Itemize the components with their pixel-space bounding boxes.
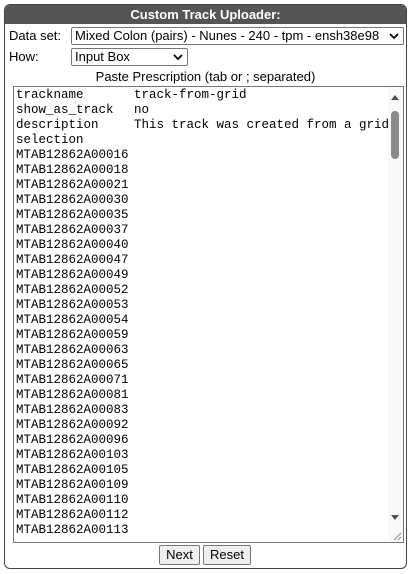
textarea-id-line: MTAB12862A00059 xyxy=(16,328,129,342)
panel-title: Custom Track Uploader: xyxy=(5,5,406,24)
resize-grip-icon[interactable] xyxy=(390,529,402,541)
chevron-down-icon xyxy=(173,54,183,61)
textarea-id-line: MTAB12862A00096 xyxy=(16,433,129,447)
textarea-id-line: MTAB12862A00109 xyxy=(16,478,129,492)
textarea-id-line: MTAB12862A00018 xyxy=(16,163,129,177)
textarea-id-line: MTAB12862A00063 xyxy=(16,343,129,357)
textarea-id-line: MTAB12862A00030 xyxy=(16,193,129,207)
arrow-up-icon[interactable] xyxy=(391,95,399,100)
textarea-content: trackname track-from-grid show_as_track no d… xyxy=(16,88,390,538)
scrollbar-thumb[interactable] xyxy=(391,111,399,159)
dataset-selected-value: Mixed Colon (pairs) - Nunes - 240 - tpm … xyxy=(75,28,380,43)
textarea-id-line: MTAB12862A00083 xyxy=(16,403,129,417)
textarea-id-line: MTAB12862A00016 xyxy=(16,148,129,162)
vertical-scrollbar[interactable] xyxy=(388,87,403,542)
textarea-id-line: MTAB12862A00113 xyxy=(16,523,129,537)
next-button[interactable]: Next xyxy=(159,545,200,565)
textarea-header-line: selection xyxy=(16,133,387,148)
textarea-id-line: MTAB12862A00103 xyxy=(16,448,129,462)
textarea-key: description xyxy=(16,118,99,132)
textarea-id-line: MTAB12862A00071 xyxy=(16,373,129,387)
textarea-id-line: MTAB12862A00037 xyxy=(16,223,129,237)
textarea-id-line: MTAB12862A00065 xyxy=(16,358,129,372)
textarea-id-line: MTAB12862A00110 xyxy=(16,493,129,507)
textarea-value: This track was created from a grid xyxy=(134,118,390,132)
textarea-id-line: MTAB12862A00021 xyxy=(16,178,129,192)
textarea-id-line: MTAB12862A00049 xyxy=(16,268,129,282)
how-select[interactable]: Input Box xyxy=(71,48,188,66)
textarea-key: selection xyxy=(16,133,84,147)
textarea-id-line: MTAB12862A00092 xyxy=(16,418,129,432)
chevron-down-icon xyxy=(389,33,399,40)
textarea-key: trackname xyxy=(16,88,84,102)
textarea-id-line: MTAB12862A00040 xyxy=(16,238,129,252)
textarea-id-line: MTAB12862A00035 xyxy=(16,208,129,222)
textarea-header-line: show_as_track no xyxy=(16,103,387,118)
how-label: How: xyxy=(9,49,39,64)
textarea-id-line: MTAB12862A00052 xyxy=(16,283,129,297)
paste-prescription-label: Paste Prescription (tab or ; separated) xyxy=(95,69,316,84)
custom-track-uploader-panel: Custom Track Uploader: Data set: Mixed C… xyxy=(4,4,407,569)
textarea-id-line: MTAB12862A00047 xyxy=(16,253,129,267)
arrow-down-icon[interactable] xyxy=(391,515,399,520)
dataset-label: Data set: xyxy=(9,28,62,43)
textarea-id-line: MTAB12862A00112 xyxy=(16,508,129,522)
textarea-id-line: MTAB12862A00105 xyxy=(16,463,129,477)
how-selected-value: Input Box xyxy=(75,49,130,64)
prescription-textarea[interactable]: trackname track-from-grid show_as_track no d… xyxy=(13,86,404,543)
textarea-value: no xyxy=(134,103,150,117)
textarea-id-line: MTAB12862A00081 xyxy=(16,388,129,402)
textarea-header-line: description This track was created from a… xyxy=(16,118,390,133)
textarea-value: track-from-grid xyxy=(134,88,247,102)
reset-button[interactable]: Reset xyxy=(203,545,251,565)
textarea-header-line: trackname track-from-grid xyxy=(16,88,387,103)
textarea-id-line: MTAB12862A00053 xyxy=(16,298,129,312)
dataset-select[interactable]: Mixed Colon (pairs) - Nunes - 240 - tpm … xyxy=(71,27,404,45)
textarea-key: show_as_track xyxy=(16,103,114,117)
textarea-id-line: MTAB12862A00054 xyxy=(16,313,129,327)
